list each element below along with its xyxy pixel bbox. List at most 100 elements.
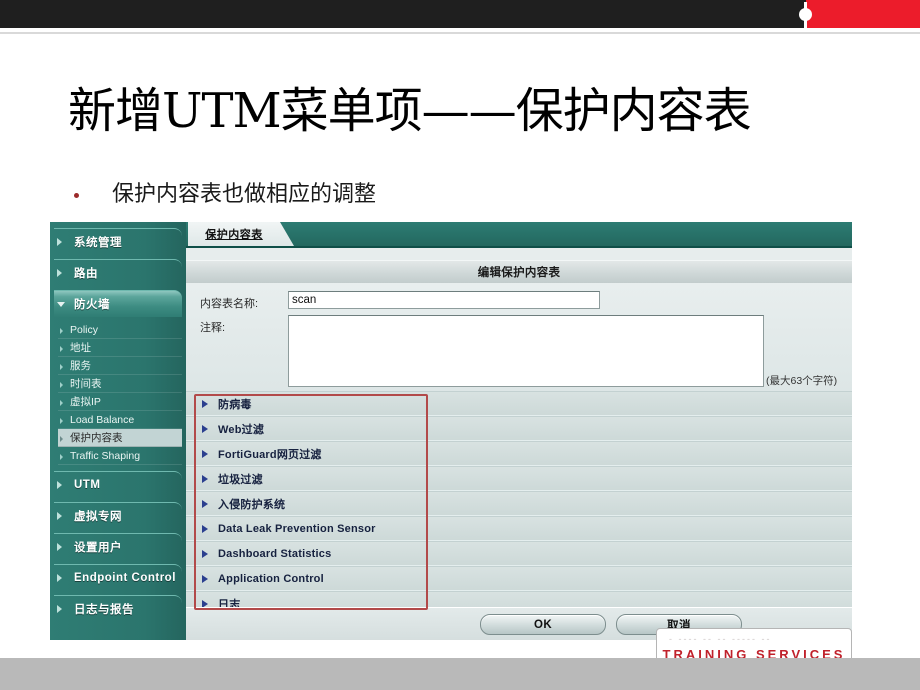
sidebar: 系统管理 路由 防火墙 Policy 地址 服务 时间表 虚拟IP Load B…	[50, 222, 186, 640]
triangle-right-icon	[202, 525, 208, 533]
accordion-row-label: Dashboard Statistics	[218, 547, 332, 560]
ok-button-label: OK	[533, 618, 553, 631]
name-input[interactable]: scan	[288, 291, 600, 309]
triangle-right-icon	[202, 475, 208, 483]
sidebar-subitem-label: 服务	[70, 360, 91, 372]
bullet-arrow-icon	[60, 418, 63, 424]
triangle-right-icon	[202, 575, 208, 583]
sidebar-item-system[interactable]: 系统管理	[54, 228, 182, 255]
edit-form: 内容表名称: scan 注释: (最大63个字符)	[186, 283, 852, 391]
triangle-right-icon	[202, 500, 208, 508]
chevron-down-icon	[57, 302, 65, 307]
accordion-row-web-filter[interactable]: Web过滤	[186, 416, 852, 441]
accordion-row-ips[interactable]: 入侵防护系统	[186, 491, 852, 516]
chevron-right-icon	[57, 512, 62, 520]
comment-max-length-hint: (最大63个字符)	[766, 375, 838, 387]
sidebar-item-vpn[interactable]: 虚拟专网	[54, 502, 182, 529]
comment-textarea[interactable]	[288, 315, 764, 387]
feature-accordion-list: 防病毒 Web过滤 FortiGuard网页过滤 垃圾过滤 入侵防护系统 Dat…	[186, 391, 852, 616]
chevron-right-icon	[57, 574, 62, 582]
bullet-arrow-icon	[60, 346, 63, 352]
sidebar-item-log-report[interactable]: 日志与报告	[54, 595, 182, 622]
accordion-row-label: 入侵防护系统	[218, 498, 286, 511]
sidebar-item-service[interactable]: 服务	[58, 357, 182, 375]
accordion-row-spam-filter[interactable]: 垃圾过滤	[186, 466, 852, 491]
chevron-right-icon	[57, 269, 62, 277]
bullet-arrow-icon	[60, 436, 63, 442]
logo-dashes: - ---- -- -- ----- --	[669, 634, 772, 642]
accordion-row-dlp-sensor[interactable]: Data Leak Prevention Sensor	[186, 516, 852, 541]
accordion-row-label: Data Leak Prevention Sensor	[218, 522, 376, 535]
banner-pin-icon	[797, 2, 815, 28]
sidebar-subitem-label: 保护内容表	[70, 432, 123, 444]
accordion-row-fortiguard-web-filter[interactable]: FortiGuard网页过滤	[186, 441, 852, 466]
sidebar-subitem-label: 地址	[70, 342, 91, 354]
chevron-right-icon	[57, 238, 62, 246]
tab-protection-profile[interactable]: 保护内容表	[188, 222, 280, 246]
chevron-right-icon	[57, 481, 62, 489]
sidebar-subitem-label: Load Balance	[70, 413, 135, 426]
sidebar-item-label: 虚拟专网	[74, 511, 122, 523]
sidebar-item-virtual-ip[interactable]: 虚拟IP	[58, 393, 182, 411]
main-content: 保护内容表 编辑保护内容表 内容表名称: scan 注释: (最大63个字符) …	[186, 222, 852, 640]
ok-button[interactable]: OK	[480, 614, 606, 635]
tab-label: 保护内容表	[205, 229, 263, 241]
sidebar-item-address[interactable]: 地址	[58, 339, 182, 357]
tab-bar: 保护内容表	[186, 222, 852, 246]
sidebar-item-label: UTM	[74, 479, 101, 491]
sidebar-item-label: 日志与报告	[74, 604, 134, 616]
sidebar-item-user[interactable]: 设置用户	[54, 533, 182, 560]
tab-slant-edge	[280, 222, 294, 246]
bullet-item: 保护内容表也做相应的调整	[74, 180, 774, 214]
sidebar-item-policy[interactable]: Policy	[58, 321, 182, 339]
sidebar-item-label: 防火墙	[74, 299, 110, 311]
banner-divider	[0, 32, 920, 34]
sidebar-subitem-label: Traffic Shaping	[70, 449, 141, 462]
slide-top-banner	[0, 0, 920, 28]
sidebar-item-router[interactable]: 路由	[54, 259, 182, 286]
sidebar-item-label: 设置用户	[74, 542, 122, 554]
sidebar-item-protection-profile[interactable]: 保护内容表	[58, 429, 182, 447]
sidebar-subitem-label: Policy	[70, 323, 99, 336]
accordion-row-label: 防病毒	[218, 398, 252, 411]
chevron-right-icon	[57, 543, 62, 551]
accordion-row-label: FortiGuard网页过滤	[218, 448, 322, 461]
sidebar-item-traffic-shaping[interactable]: Traffic Shaping	[58, 447, 182, 465]
sidebar-item-load-balance[interactable]: Load Balance	[58, 411, 182, 429]
bottom-gray-strip	[0, 658, 920, 690]
triangle-right-icon	[202, 425, 208, 433]
banner-black-band	[0, 0, 806, 28]
accordion-row-label: 垃圾过滤	[218, 473, 263, 486]
panel-header: 编辑保护内容表	[186, 260, 852, 284]
sidebar-item-schedule[interactable]: 时间表	[58, 375, 182, 393]
bullet-dot-icon	[74, 193, 79, 198]
triangle-right-icon	[202, 400, 208, 408]
bullet-text: 保护内容表也做相应的调整	[112, 182, 377, 207]
accordion-row-application-control[interactable]: Application Control	[186, 566, 852, 591]
chevron-right-icon	[57, 605, 62, 613]
banner-red-band	[806, 0, 920, 28]
tab-strip	[186, 248, 852, 260]
triangle-right-icon	[202, 550, 208, 558]
bullet-arrow-icon	[60, 400, 63, 406]
triangle-right-icon	[202, 450, 208, 458]
bullet-arrow-icon	[60, 364, 63, 370]
accordion-row-label: Application Control	[218, 572, 324, 585]
accordion-row-antivirus[interactable]: 防病毒	[186, 391, 852, 416]
page-title: 新增UTM菜单项——保护内容表	[68, 83, 752, 139]
sidebar-item-firewall[interactable]: 防火墙	[54, 290, 182, 317]
sidebar-item-endpoint-control[interactable]: Endpoint Control	[54, 564, 182, 591]
bullet-arrow-icon	[60, 382, 63, 388]
name-field-label: 内容表名称:	[200, 298, 259, 310]
bullet-arrow-icon	[60, 454, 63, 460]
sidebar-subitem-label: 时间表	[70, 378, 102, 390]
sidebar-subitems-firewall: Policy 地址 服务 时间表 虚拟IP Load Balance 保护内容表…	[50, 321, 186, 465]
embedded-screenshot: 系统管理 路由 防火墙 Policy 地址 服务 时间表 虚拟IP Load B…	[50, 222, 852, 640]
sidebar-item-label: 路由	[74, 268, 98, 280]
accordion-row-dashboard-statistics[interactable]: Dashboard Statistics	[186, 541, 852, 566]
sidebar-item-label: 系统管理	[74, 237, 122, 249]
sidebar-item-utm[interactable]: UTM	[54, 471, 182, 498]
sidebar-item-label: Endpoint Control	[74, 572, 176, 584]
comment-field-label: 注释:	[200, 322, 226, 334]
panel-title: 编辑保护内容表	[477, 267, 561, 279]
